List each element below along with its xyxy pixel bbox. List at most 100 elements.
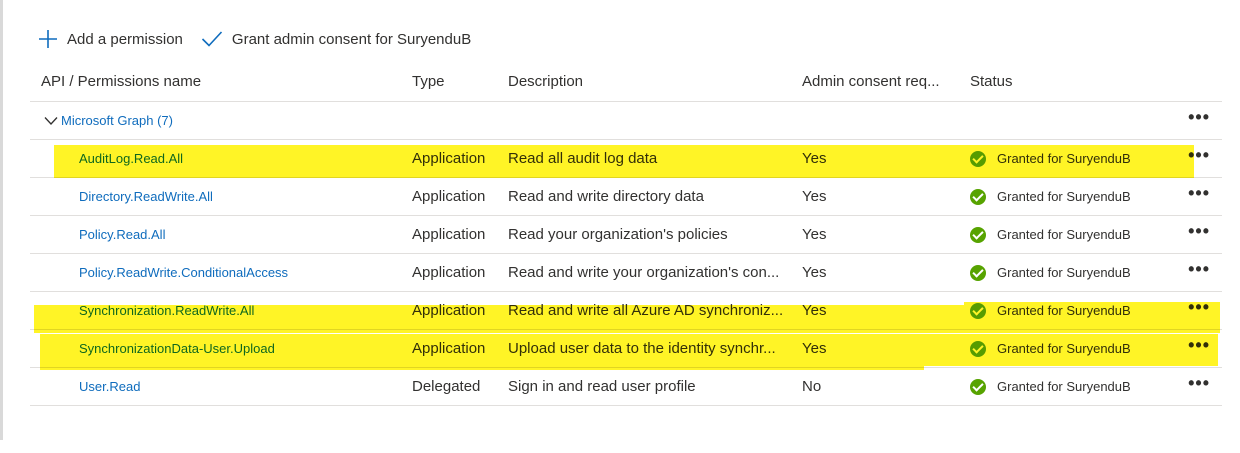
- table-row: Directory.ReadWrite.All Application Read a…: [30, 177, 1222, 216]
- column-header-admin-consent[interactable]: Admin consent req...: [802, 61, 970, 102]
- table-row: Synchronization.ReadWrite.All Application…: [30, 291, 1222, 330]
- add-permission-label: Add a permission: [67, 30, 183, 48]
- status-cell: Granted for SuryenduB: [970, 139, 1176, 178]
- permission-type: Application: [412, 177, 508, 216]
- table-row: Policy.ReadWrite.ConditionalAccess Applic…: [30, 253, 1222, 292]
- permission-type: Application: [412, 215, 508, 254]
- permission-name-cell: Directory.ReadWrite.All: [30, 177, 412, 216]
- add-permission-button[interactable]: Add a permission: [38, 29, 183, 49]
- status-badge: Granted for SuryenduB: [970, 340, 1176, 357]
- admin-consent-required: Yes: [802, 253, 970, 292]
- permission-link[interactable]: Synchronization.ReadWrite.All: [79, 303, 254, 318]
- permission-type: Application: [412, 139, 508, 178]
- permission-link[interactable]: AuditLog.Read.All: [79, 151, 183, 166]
- permission-link[interactable]: User.Read: [79, 379, 140, 394]
- more-options-button[interactable]: •••: [1176, 101, 1222, 140]
- permission-name-cell: AuditLog.Read.All: [30, 139, 412, 178]
- permission-description: Sign in and read user profile: [508, 367, 802, 406]
- status-cell: Granted for SuryenduB: [970, 253, 1176, 292]
- granted-check-icon: [970, 226, 986, 243]
- more-options-button[interactable]: •••: [1176, 139, 1222, 178]
- permission-description: Read and write all Azure AD synchroniz..…: [508, 291, 802, 330]
- left-border: [0, 0, 3, 440]
- table-row: User.Read Delegated Sign in and read user …: [30, 367, 1222, 406]
- more-options-button[interactable]: •••: [1176, 291, 1222, 330]
- granted-check-icon: [970, 264, 986, 281]
- status-badge: Granted for SuryenduB: [970, 302, 1176, 319]
- permission-link[interactable]: Policy.Read.All: [79, 227, 165, 242]
- status-badge: Granted for SuryenduB: [970, 264, 1176, 281]
- more-options-button[interactable]: •••: [1176, 367, 1222, 406]
- permission-description: Read your organization's policies: [508, 215, 802, 254]
- checkmark-icon: [201, 31, 222, 47]
- status-text: Granted for SuryenduB: [997, 303, 1131, 318]
- permission-type: Delegated: [412, 367, 508, 406]
- permission-name-cell: SynchronizationData-User.Upload: [30, 329, 412, 368]
- granted-check-icon: [970, 150, 986, 167]
- admin-consent-required: Yes: [802, 329, 970, 368]
- permission-type: Application: [412, 291, 508, 330]
- permission-name-cell: Synchronization.ReadWrite.All: [30, 291, 412, 330]
- status-text: Granted for SuryenduB: [997, 189, 1131, 204]
- group-row-microsoft-graph[interactable]: Microsoft Graph (7) •••: [30, 101, 1222, 140]
- permissions-table: API / Permissions name Type Description …: [30, 61, 1222, 406]
- status-badge: Granted for SuryenduB: [970, 150, 1176, 167]
- admin-consent-required: Yes: [802, 177, 970, 216]
- command-bar: Add a permission Grant admin consent for…: [38, 26, 471, 52]
- status-badge: Granted for SuryenduB: [970, 226, 1176, 243]
- group-toggle[interactable]: Microsoft Graph (7): [30, 101, 1176, 140]
- column-header-type[interactable]: Type: [412, 61, 508, 102]
- permission-description: Read and write directory data: [508, 177, 802, 216]
- admin-consent-required: Yes: [802, 291, 970, 330]
- more-options-icon: •••: [1188, 297, 1210, 317]
- more-options-icon: •••: [1188, 107, 1210, 127]
- permission-name-cell: Policy.ReadWrite.ConditionalAccess: [30, 253, 412, 292]
- table-row: AuditLog.Read.All Application Read all aud…: [30, 139, 1222, 178]
- permission-description: Upload user data to the identity synchr.…: [508, 329, 802, 368]
- group-label[interactable]: Microsoft Graph (7): [61, 113, 173, 128]
- more-options-icon: •••: [1188, 259, 1210, 279]
- grant-admin-consent-button[interactable]: Grant admin consent for SuryenduB: [201, 30, 471, 48]
- permission-link[interactable]: SynchronizationData-User.Upload: [79, 341, 275, 356]
- admin-consent-required: No: [802, 367, 970, 406]
- admin-consent-required: Yes: [802, 139, 970, 178]
- more-options-button[interactable]: •••: [1176, 253, 1222, 292]
- more-options-icon: •••: [1188, 145, 1210, 165]
- column-header-name[interactable]: API / Permissions name: [30, 61, 412, 102]
- chevron-down-icon: [44, 117, 58, 125]
- column-header-description[interactable]: Description: [508, 61, 802, 102]
- more-options-button[interactable]: •••: [1176, 215, 1222, 254]
- column-header-actions: [1176, 61, 1222, 102]
- permission-name-cell: Policy.Read.All: [30, 215, 412, 254]
- column-header-status[interactable]: Status: [970, 61, 1176, 102]
- status-cell: Granted for SuryenduB: [970, 215, 1176, 254]
- more-options-button[interactable]: •••: [1176, 329, 1222, 368]
- permission-description: Read all audit log data: [508, 139, 802, 178]
- status-text: Granted for SuryenduB: [997, 341, 1131, 356]
- status-badge: Granted for SuryenduB: [970, 188, 1176, 205]
- table-row: Policy.Read.All Application Read your orga…: [30, 215, 1222, 254]
- more-options-button[interactable]: •••: [1176, 177, 1222, 216]
- status-cell: Granted for SuryenduB: [970, 177, 1176, 216]
- status-text: Granted for SuryenduB: [997, 227, 1131, 242]
- permission-link[interactable]: Directory.ReadWrite.All: [79, 189, 213, 204]
- status-cell: Granted for SuryenduB: [970, 367, 1176, 406]
- permission-link[interactable]: Policy.ReadWrite.ConditionalAccess: [79, 265, 288, 280]
- more-options-icon: •••: [1188, 335, 1210, 355]
- permission-description: Read and write your organization's con..…: [508, 253, 802, 292]
- permission-name-cell: User.Read: [30, 367, 412, 406]
- granted-check-icon: [970, 340, 986, 357]
- permission-type: Application: [412, 253, 508, 292]
- granted-check-icon: [970, 378, 986, 395]
- status-cell: Granted for SuryenduB: [970, 291, 1176, 330]
- more-options-icon: •••: [1188, 373, 1210, 393]
- granted-check-icon: [970, 188, 986, 205]
- status-badge: Granted for SuryenduB: [970, 378, 1176, 395]
- grant-admin-consent-label: Grant admin consent for SuryenduB: [231, 30, 472, 48]
- status-text: Granted for SuryenduB: [997, 151, 1131, 166]
- status-cell: Granted for SuryenduB: [970, 329, 1176, 368]
- status-text: Granted for SuryenduB: [997, 379, 1131, 394]
- more-options-icon: •••: [1188, 221, 1210, 241]
- plus-icon: [39, 30, 57, 48]
- table-row: SynchronizationData-User.Upload Applicati…: [30, 329, 1222, 368]
